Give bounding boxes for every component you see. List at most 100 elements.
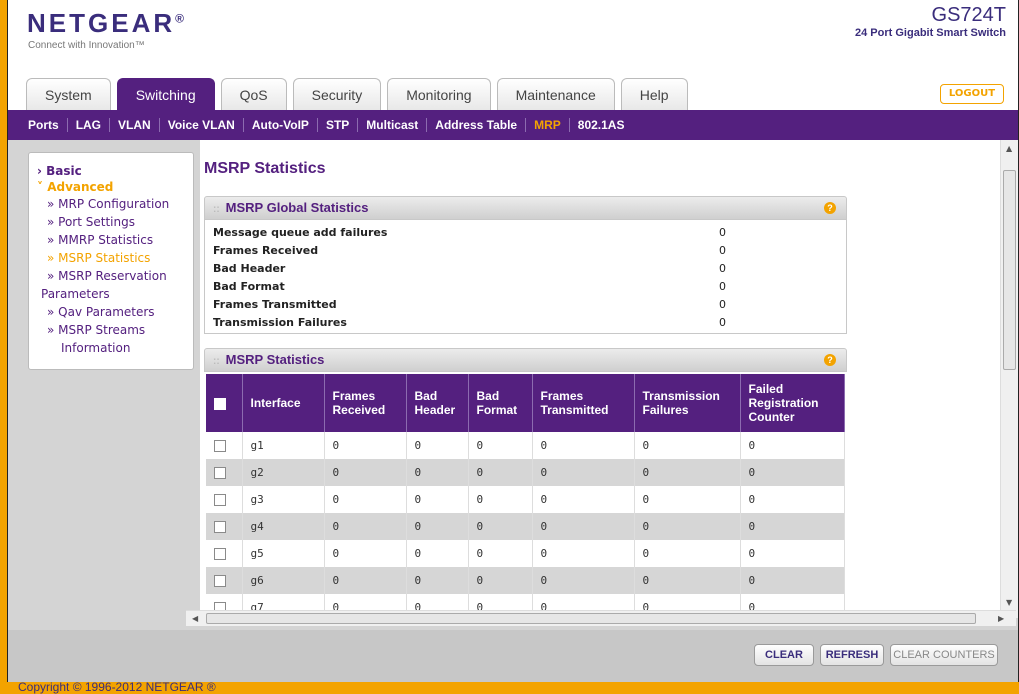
global-stat-row: Transmission Failures 0 bbox=[213, 314, 846, 332]
subnav-multicast[interactable]: Multicast bbox=[358, 118, 428, 132]
row-checkbox[interactable] bbox=[214, 521, 226, 533]
stat-value: 0 bbox=[719, 226, 726, 239]
interface-cell: g5 bbox=[242, 540, 325, 567]
msrp-stats-title: MSRP Statistics bbox=[225, 352, 325, 367]
logout-button[interactable]: LOGOUT bbox=[940, 84, 1004, 104]
main-tabs: System Switching QoS Security Monitoring… bbox=[26, 78, 694, 110]
global-stat-row: Bad Format 0 bbox=[213, 278, 846, 296]
stat-cell: 0 bbox=[406, 540, 469, 567]
stat-cell: 0 bbox=[406, 459, 469, 486]
side-item-qav-parameters[interactable]: » Qav Parameters bbox=[29, 303, 193, 321]
table-row[interactable]: g4 0 0 0 0 0 0 bbox=[206, 513, 845, 540]
tab-switching[interactable]: Switching bbox=[116, 78, 215, 110]
stat-cell: 0 bbox=[634, 459, 741, 486]
col-transmission-failures[interactable]: Transmission Failures bbox=[634, 374, 741, 432]
tab-monitoring[interactable]: Monitoring bbox=[387, 78, 491, 110]
row-select-cell bbox=[206, 432, 243, 459]
stat-cell: 0 bbox=[740, 459, 845, 486]
stat-cell: 0 bbox=[532, 432, 635, 459]
table-header-row: Interface Frames Received Bad Header Bad… bbox=[206, 374, 845, 432]
scroll-up-icon[interactable]: ▲ bbox=[1006, 144, 1012, 153]
model-description: 24 Port Gigabit Smart Switch bbox=[855, 27, 1006, 39]
help-icon[interactable]: ? bbox=[824, 354, 836, 366]
col-failed-registration-counter[interactable]: Failed Registration Counter bbox=[740, 374, 845, 432]
subnav-auto-voip[interactable]: Auto-VoIP bbox=[244, 118, 318, 132]
row-checkbox[interactable] bbox=[214, 575, 226, 587]
global-stats-title: MSRP Global Statistics bbox=[225, 200, 369, 215]
tab-system[interactable]: System bbox=[26, 78, 111, 110]
side-item-mmrp-statistics[interactable]: » MMRP Statistics bbox=[29, 231, 193, 249]
table-row[interactable]: g5 0 0 0 0 0 0 bbox=[206, 540, 845, 567]
button-bar: CLEAR REFRESH CLEAR COUNTERS bbox=[8, 630, 1018, 682]
stat-label: Bad Format bbox=[213, 280, 285, 293]
scroll-down-icon[interactable]: ▼ bbox=[1006, 598, 1012, 607]
row-checkbox[interactable] bbox=[214, 467, 226, 479]
side-item-port-settings[interactable]: » Port Settings bbox=[29, 213, 193, 231]
side-item-msrp-streams[interactable]: » MSRP Streams bbox=[29, 321, 193, 339]
vertical-scroll-thumb[interactable] bbox=[1003, 170, 1016, 370]
stat-cell: 0 bbox=[324, 540, 407, 567]
stat-cell: 0 bbox=[532, 513, 635, 540]
tab-help[interactable]: Help bbox=[620, 78, 688, 110]
horizontal-scrollbar[interactable]: ◀ ▶ bbox=[186, 610, 1016, 626]
tagline: Connect with Innovation™ bbox=[28, 40, 145, 51]
stat-cell: 0 bbox=[532, 567, 635, 594]
subnav-lag[interactable]: LAG bbox=[68, 118, 111, 132]
subnav-address-table[interactable]: Address Table bbox=[427, 118, 527, 132]
clear-counters-button[interactable]: CLEAR COUNTERS bbox=[890, 644, 998, 666]
stat-cell: 0 bbox=[634, 567, 741, 594]
subnav-vlan[interactable]: VLAN bbox=[110, 118, 160, 132]
stat-cell: 0 bbox=[634, 540, 741, 567]
col-interface[interactable]: Interface bbox=[242, 374, 325, 432]
side-item-msrp-statistics[interactable]: » MSRP Statistics bbox=[29, 249, 193, 267]
table-row[interactable]: g1 0 0 0 0 0 0 bbox=[206, 432, 845, 459]
side-item-msrp-streams-cont[interactable]: Information bbox=[29, 339, 193, 357]
row-checkbox[interactable] bbox=[214, 494, 226, 506]
side-item-msrp-reservation[interactable]: » MSRP Reservation bbox=[29, 267, 193, 285]
stat-cell: 0 bbox=[324, 567, 407, 594]
side-item-mrp-configuration[interactable]: » MRP Configuration bbox=[29, 195, 193, 213]
stat-cell: 0 bbox=[532, 540, 635, 567]
subnav-mrp[interactable]: MRP bbox=[526, 118, 570, 132]
table-row[interactable]: g3 0 0 0 0 0 0 bbox=[206, 486, 845, 513]
stat-cell: 0 bbox=[740, 513, 845, 540]
stat-cell: 0 bbox=[406, 432, 469, 459]
stat-cell: 0 bbox=[740, 567, 845, 594]
side-basic[interactable]: › Basic bbox=[29, 163, 193, 179]
stat-cell: 0 bbox=[324, 486, 407, 513]
brand-text: NETGEAR bbox=[27, 8, 176, 38]
horizontal-scroll-thumb[interactable] bbox=[206, 613, 976, 624]
refresh-button[interactable]: REFRESH bbox=[820, 644, 884, 666]
subnav-802-1as[interactable]: 802.1AS bbox=[570, 118, 633, 132]
tab-security[interactable]: Security bbox=[292, 78, 382, 110]
stat-cell: 0 bbox=[468, 486, 533, 513]
table-row[interactable]: g6 0 0 0 0 0 0 bbox=[206, 567, 845, 594]
stat-cell: 0 bbox=[634, 432, 741, 459]
subnav-ports[interactable]: Ports bbox=[20, 118, 68, 132]
side-advanced[interactable]: ˅ Advanced bbox=[29, 179, 193, 195]
help-icon[interactable]: ? bbox=[824, 202, 836, 214]
row-select-cell bbox=[206, 486, 243, 513]
col-bad-header[interactable]: Bad Header bbox=[406, 374, 469, 432]
table-row[interactable]: g2 0 0 0 0 0 0 bbox=[206, 459, 845, 486]
table-body: g1 0 0 0 0 0 0 g2 0 0 0 0 0 0 g3 0 0 0 0 0 0 g4 0 0 0 0 0 0 g5 0 0 0 0 0 0… bbox=[206, 432, 845, 618]
interface-cell: g2 bbox=[242, 459, 325, 486]
select-all-checkbox[interactable] bbox=[214, 397, 226, 410]
col-frames-transmitted[interactable]: Frames Transmitted bbox=[532, 374, 635, 432]
vertical-scrollbar[interactable]: ▲ ▼ bbox=[1000, 140, 1018, 618]
col-bad-format[interactable]: Bad Format bbox=[468, 374, 533, 432]
clear-button[interactable]: CLEAR bbox=[754, 644, 814, 666]
side-item-msrp-reservation-cont[interactable]: Parameters bbox=[29, 285, 193, 303]
col-frames-received[interactable]: Frames Received bbox=[324, 374, 407, 432]
subnav-voice-vlan[interactable]: Voice VLAN bbox=[160, 118, 244, 132]
scroll-right-icon[interactable]: ▶ bbox=[998, 614, 1004, 623]
global-stat-row: Message queue add failures 0 bbox=[213, 224, 846, 242]
subnav-stp[interactable]: STP bbox=[318, 118, 359, 132]
tab-maintenance[interactable]: Maintenance bbox=[496, 78, 615, 110]
side-menu: › Basic ˅ Advanced » MRP Configuration »… bbox=[28, 152, 194, 370]
row-checkbox[interactable] bbox=[214, 440, 226, 452]
stat-cell: 0 bbox=[324, 459, 407, 486]
scroll-left-icon[interactable]: ◀ bbox=[192, 614, 198, 623]
row-checkbox[interactable] bbox=[214, 548, 226, 560]
tab-qos[interactable]: QoS bbox=[220, 78, 287, 110]
